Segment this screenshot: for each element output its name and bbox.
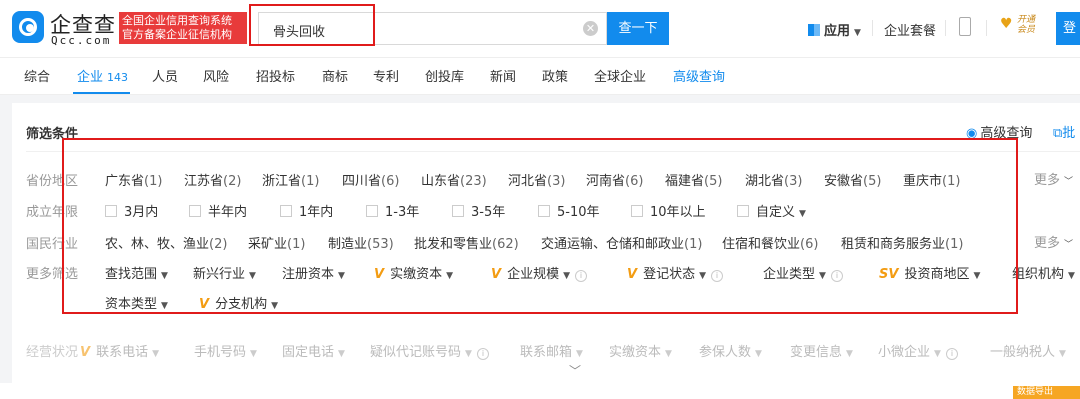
search-highlight-frame <box>249 4 375 46</box>
chevron-down-icon: ▼ <box>665 349 672 359</box>
chevron-down-icon: ﹀ <box>569 364 582 378</box>
tab-bidding[interactable]: 招投标 <box>256 66 295 85</box>
chevron-down-icon: ▼ <box>755 349 762 359</box>
app-menu[interactable]: 应用 ▼ <box>808 20 861 39</box>
data-export-badge[interactable]: 数据导出 <box>1013 386 1080 399</box>
divider <box>872 20 873 36</box>
chevron-down-icon: ▼ <box>465 349 472 359</box>
vip-line-2: 会员 <box>1017 25 1036 35</box>
tab-patent[interactable]: 专利 <box>373 66 399 85</box>
top-header: 企查查 Qcc.com 全国企业信用查询系统 官方备案企业征信机构 骨头回收 ✕… <box>0 0 1080 58</box>
app-menu-label: 应用 <box>824 24 851 39</box>
filter-label-business: 经营状况 <box>26 345 79 360</box>
tab-company-label: 企业 <box>77 70 104 85</box>
chevron-down-icon: ▼ <box>338 349 345 359</box>
dropdown-organization[interactable]: 组织机构 ▼ <box>1012 263 1075 282</box>
chevron-down-icon: ▼ <box>934 349 941 359</box>
chevron-down-icon: ▼ <box>854 28 861 38</box>
tab-comprehensive[interactable]: 综合 <box>24 66 50 85</box>
dropdown-insured-count[interactable]: 参保人数 ▼ <box>699 341 762 360</box>
dropdown-paid-capital-2[interactable]: 实缴资本 ▼ <box>609 341 672 360</box>
info-icon: i <box>945 348 958 360</box>
filter-panel: 筛选条件 ◉ 高级查询 ⧉批 省份地区 广东省(1) 江苏省(2) 浙江省(1) … <box>12 103 1080 399</box>
more-label: 更多 <box>1034 173 1061 188</box>
vip-line-1: 开通 <box>1017 15 1036 25</box>
badge-line-2: 官方备案企业征信机构 <box>122 28 232 41</box>
login-button[interactable]: 登 <box>1056 12 1080 45</box>
chevron-down-icon: ▼ <box>576 349 583 359</box>
dropdown-email[interactable]: 联系邮箱 ▼ <box>520 341 583 360</box>
results-card <box>0 383 1080 399</box>
more-industry-button[interactable]: 更多 ﹀ <box>1034 232 1073 251</box>
badge-line-1: 全国企业信用查询系统 <box>122 14 232 27</box>
chevron-down-icon: ▼ <box>250 349 257 359</box>
active-tab-indicator <box>73 92 130 94</box>
chevron-down-icon: ▼ <box>846 349 853 359</box>
batch-label: 批 <box>1062 126 1076 141</box>
divider <box>945 20 946 36</box>
chevron-down-icon: ﹀ <box>1064 177 1074 187</box>
vip-link[interactable]: 开通 会员 <box>1017 15 1035 35</box>
grid-icon <box>808 24 820 36</box>
batch-link[interactable]: ⧉批 <box>1053 122 1075 141</box>
vip-heart-icon[interactable]: ♥ <box>1000 17 1014 31</box>
dropdown-contact-phone[interactable]: V 联系电话 ▼ <box>80 341 159 360</box>
info-icon: i <box>476 348 489 360</box>
tab-venture[interactable]: 创投库 <box>425 66 464 85</box>
chevron-down-icon: ▼ <box>1068 271 1075 281</box>
divider <box>986 20 987 36</box>
chevron-down-icon: ▼ <box>152 349 159 359</box>
tab-company-count: 143 <box>107 71 129 84</box>
tab-advanced[interactable]: 高级查询 <box>673 66 725 85</box>
tab-policy[interactable]: 政策 <box>542 66 568 85</box>
tab-risk[interactable]: 风险 <box>203 66 229 85</box>
mobile-icon[interactable] <box>959 17 971 36</box>
tab-trademark[interactable]: 商标 <box>322 66 348 85</box>
batch-icon: ⧉ <box>1053 126 1063 141</box>
dropdown-taxpayer[interactable]: 一般纳税人 ▼ <box>990 341 1066 360</box>
tab-global[interactable]: 全球企业 <box>594 66 646 85</box>
dropdown-mobile[interactable]: 手机号码 ▼ <box>194 341 257 360</box>
dropdown-change-info[interactable]: 变更信息 ▼ <box>790 341 853 360</box>
dropdown-micro-enterprise[interactable]: 小微企业 ▼ i <box>878 341 958 360</box>
chevron-down-icon: ▼ <box>1059 349 1066 359</box>
qcc-logo-icon[interactable] <box>12 11 44 43</box>
logo-domain: Qcc.com <box>51 34 112 47</box>
tab-news[interactable]: 新闻 <box>490 66 516 85</box>
search-button[interactable]: 查一下 <box>607 12 669 45</box>
package-link[interactable]: 企业套餐 <box>884 20 936 39</box>
chevron-down-icon: ﹀ <box>1064 240 1074 250</box>
search-tabs: 综合 企业 143 人员 风险 招投标 商标 专利 创投库 新闻 政策 全球企业 … <box>0 58 1080 95</box>
filter-highlight-frame <box>62 138 1018 314</box>
more-label: 更多 <box>1034 236 1061 251</box>
vip-icon: V <box>80 345 91 360</box>
tab-company[interactable]: 企业 143 <box>77 66 128 85</box>
tab-person[interactable]: 人员 <box>152 66 178 85</box>
expand-filters-toggle[interactable]: ﹀ <box>547 361 603 383</box>
official-badge: 全国企业信用查询系统 官方备案企业征信机构 <box>119 12 247 44</box>
dropdown-landline[interactable]: 固定电话 ▼ <box>282 341 345 360</box>
more-province-button[interactable]: 更多 ﹀ <box>1034 169 1073 188</box>
clear-icon[interactable]: ✕ <box>583 21 598 36</box>
dropdown-bookkeeping-number[interactable]: 疑似代记账号码 ▼ i <box>370 341 489 360</box>
